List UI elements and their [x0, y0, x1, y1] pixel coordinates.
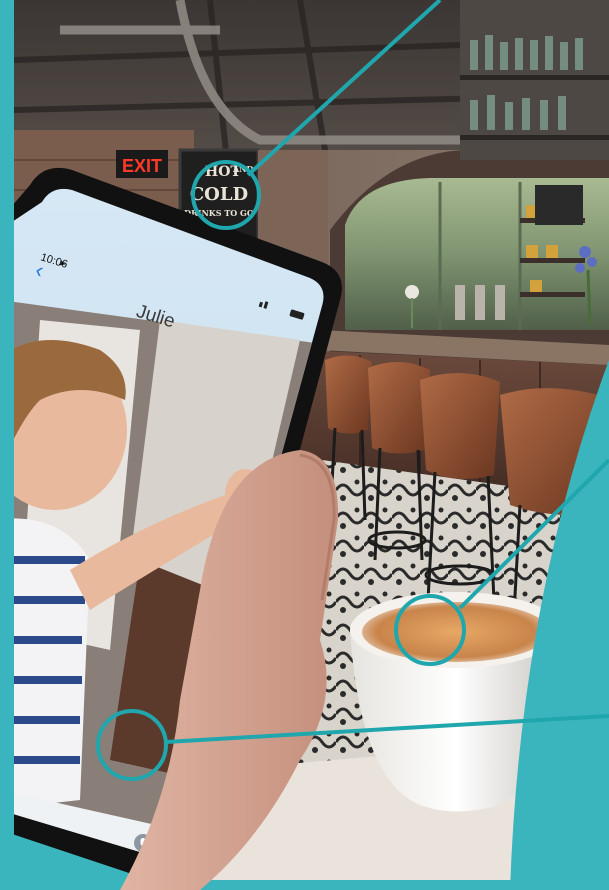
exit-sign-text: EXIT	[122, 156, 162, 176]
left-border	[0, 0, 14, 890]
sign-line-cold: COLD	[190, 184, 248, 205]
photo-collage: EXIT HOT AND COLD DRINKS TO GO 10:06 ➤ ‹…	[0, 0, 609, 890]
scene-svg: EXIT HOT AND COLD DRINKS TO GO 10:06 ➤ ‹…	[0, 0, 609, 890]
